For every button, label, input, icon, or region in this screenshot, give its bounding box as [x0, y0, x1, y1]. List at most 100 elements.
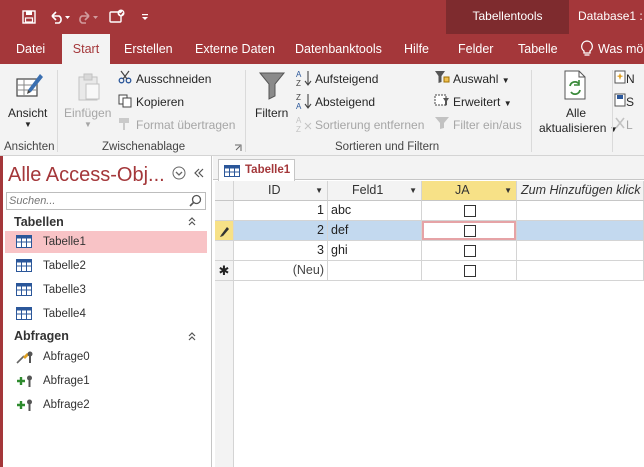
nav-item-abfrage2[interactable]: Abfrage2 [5, 394, 207, 416]
record-selector[interactable] [215, 201, 234, 221]
collapse-group-icon[interactable] [187, 331, 197, 341]
ja-checkbox[interactable] [464, 265, 476, 277]
record-selector-column [215, 281, 234, 467]
record-selector[interactable] [215, 241, 234, 261]
nav-item-label: Abfrage1 [43, 375, 90, 387]
table-cell-empty[interactable] [517, 221, 644, 241]
table-cell-id[interactable]: 1 [234, 201, 328, 221]
new-record-asterisk-icon: ✱ [218, 263, 230, 278]
ja-checkbox[interactable] [464, 245, 476, 257]
column-header-id[interactable]: ID ▼ [234, 181, 328, 201]
customize-qat-icon[interactable] [134, 7, 156, 27]
selection-filter-icon [434, 70, 450, 84]
column-dropdown-icon[interactable]: ▼ [315, 181, 323, 200]
selection-button[interactable]: Auswahl ▼ [453, 72, 510, 86]
table-cell-new-feld1[interactable] [328, 261, 422, 281]
tab-erstellen[interactable]: Erstellen [124, 34, 173, 64]
collapse-group-icon[interactable] [187, 216, 197, 226]
tab-externe-daten[interactable]: Externe Daten [195, 34, 275, 64]
table-cell-empty[interactable] [517, 241, 644, 261]
table-cell-empty[interactable] [517, 201, 644, 221]
column-header-label: ID [268, 183, 281, 197]
nav-item-abfrage0[interactable]: Abfrage0 [5, 346, 207, 368]
column-dropdown-icon[interactable]: ▼ [504, 181, 512, 200]
table-cell-ja [422, 221, 517, 241]
new-record-button[interactable]: N [626, 72, 635, 86]
view-dropdown-chevron-icon[interactable]: ▼ [24, 120, 32, 129]
table-cell-id[interactable]: 3 [234, 241, 328, 261]
table-cell-id[interactable]: 2 [234, 221, 328, 241]
record-selector[interactable] [215, 221, 234, 241]
update-query-icon [16, 350, 34, 367]
search-icon[interactable] [189, 194, 202, 207]
table-cell-empty[interactable] [517, 261, 644, 281]
cut-button[interactable]: Ausschneiden [136, 72, 211, 86]
refresh-all-icon[interactable] [562, 70, 588, 100]
column-header-ja[interactable]: JA ▼ [422, 181, 517, 201]
ja-checkbox[interactable] [464, 225, 476, 237]
collapse-pane-icon[interactable] [193, 167, 205, 179]
tab-datei[interactable]: Datei [16, 34, 45, 64]
view-icon[interactable] [14, 70, 44, 100]
undo-icon[interactable] [46, 7, 74, 27]
nav-item-tabelle2[interactable]: Tabelle2 [5, 255, 207, 277]
refresh-all-button[interactable]: aktualisieren ▼ [539, 121, 618, 135]
tab-tabelle[interactable]: Tabelle [518, 34, 558, 64]
tab-felder[interactable]: Felder [458, 34, 493, 64]
svg-text:Z: Z [296, 93, 301, 102]
ja-checkbox[interactable] [464, 205, 476, 217]
column-header-feld1[interactable]: Feld1 ▼ [328, 181, 422, 201]
table-icon [16, 259, 32, 275]
select-all-corner[interactable] [215, 181, 234, 201]
nav-item-abfrage1[interactable]: Abfrage1 [5, 370, 207, 392]
selection-dropdown-chevron-icon: ▼ [501, 76, 510, 85]
new-record-selector[interactable]: ✱ [215, 261, 234, 281]
save-icon[interactable] [18, 7, 40, 27]
clear-sort-icon: AZ [296, 115, 312, 133]
nav-group-queries[interactable]: Abfragen [14, 329, 69, 343]
touch-mode-icon[interactable] [106, 7, 128, 27]
table-icon [16, 235, 32, 251]
table-cell-feld1[interactable]: ghi [328, 241, 422, 261]
refresh-all-label-1[interactable]: Alle [566, 106, 586, 120]
table-cell-feld1[interactable]: def [328, 221, 422, 241]
nav-item-label: Abfrage0 [43, 351, 90, 363]
sort-ascending-button[interactable]: Aufsteigend [315, 72, 378, 86]
column-header-label: Zum Hinzufügen klick [521, 183, 641, 197]
nav-item-tabelle1[interactable]: Tabelle1 [5, 231, 207, 253]
filter-button[interactable]: Filtern [255, 106, 288, 120]
sort-descending-button[interactable]: Absteigend [315, 95, 375, 109]
nav-menu-chevron-icon[interactable] [172, 166, 186, 180]
tell-me-search[interactable]: Was mö [598, 34, 643, 64]
advanced-dropdown-chevron-icon: ▼ [503, 99, 512, 108]
sort-descending-icon: ZA [296, 92, 312, 110]
advanced-button[interactable]: Erweitert ▼ [453, 95, 512, 109]
column-dropdown-icon[interactable]: ▼ [409, 181, 417, 200]
copy-button[interactable]: Kopieren [136, 95, 184, 109]
nav-item-tabelle3[interactable]: Tabelle3 [5, 279, 207, 301]
filter-icon[interactable] [258, 70, 286, 100]
save-record-icon[interactable] [614, 93, 626, 107]
context-group-label: Tabellentools [472, 9, 543, 23]
nav-item-tabelle4[interactable]: Tabelle4 [5, 303, 207, 325]
nav-search-input[interactable] [7, 193, 183, 209]
format-painter-icon [118, 117, 132, 131]
save-record-button[interactable]: S [626, 95, 634, 109]
paste-icon [76, 72, 102, 102]
view-button[interactable]: Ansicht [8, 106, 47, 120]
column-header-add-field[interactable]: Zum Hinzufügen klick [517, 181, 644, 201]
nav-group-tables[interactable]: Tabellen [14, 215, 64, 229]
group-separator [245, 70, 246, 152]
document-tab-tabelle1[interactable]: Tabelle1 [218, 159, 295, 181]
tab-datenbanktools[interactable]: Datenbanktools [295, 34, 382, 64]
nav-item-label: Tabelle2 [43, 260, 86, 272]
advanced-filter-icon [434, 93, 450, 107]
selection-label: Auswahl [453, 72, 499, 86]
table-cell-feld1[interactable]: abc [328, 201, 422, 221]
table-cell-new[interactable]: (Neu) [234, 261, 328, 281]
new-record-icon[interactable] [614, 70, 626, 84]
tab-hilfe[interactable]: Hilfe [404, 34, 429, 64]
tab-start[interactable]: Start [62, 34, 110, 64]
nav-pane-title[interactable]: Alle Access-Obj... [8, 164, 165, 187]
dialog-launcher-icon[interactable] [234, 144, 242, 152]
